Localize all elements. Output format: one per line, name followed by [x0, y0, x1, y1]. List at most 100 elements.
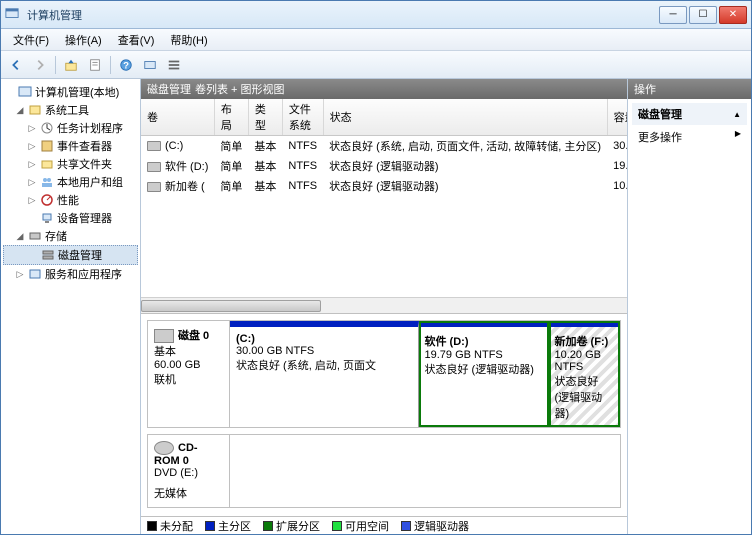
volume-list[interactable]: 卷 布局 类型 文件系统 状态 容量 可 (C:) 简单 基本 NTFS [141, 99, 627, 314]
swatch [205, 521, 215, 531]
cell: 简单 [214, 136, 248, 157]
titlebar: 计算机管理 ─ ☐ ✕ [1, 1, 751, 29]
list-button[interactable] [163, 54, 185, 76]
disk-status: 无媒体 [154, 485, 223, 501]
nav-tree[interactable]: 计算机管理(本地) ◢系统工具 ▷任务计划程序 ▷事件查看器 ▷共享文件夹 ▷本… [1, 79, 141, 534]
tree-storage[interactable]: ◢存储 [3, 227, 138, 245]
tree-label: 计算机管理(本地) [35, 84, 119, 100]
tree-label: 磁盘管理 [58, 247, 102, 263]
scrollbar-thumb[interactable] [141, 300, 321, 312]
menu-file[interactable]: 文件(F) [5, 29, 57, 51]
partition-info: 19.79 GB NTFS [425, 349, 542, 361]
partition-d[interactable]: 软件 (D:) 19.79 GB NTFS 状态良好 (逻辑驱动器) [419, 321, 549, 427]
partition-c[interactable]: (C:) 30.00 GB NTFS 状态良好 (系统, 启动, 页面文 [230, 321, 419, 427]
tree-label: 任务计划程序 [57, 120, 123, 136]
nav-forward-button[interactable] [29, 54, 51, 76]
toolbar-separator [110, 56, 111, 74]
actions-header: 操作 [628, 79, 751, 99]
table-row[interactable]: 新加卷 ( 简单 基本 NTFS 状态良好 (逻辑驱动器) 10.20 GB 1… [141, 176, 627, 196]
minimize-button[interactable]: ─ [659, 6, 687, 24]
tree-system-tools[interactable]: ◢系统工具 [3, 101, 138, 119]
tree-disk-management[interactable]: 磁盘管理 [3, 245, 138, 265]
volume-table: 卷 布局 类型 文件系统 状态 容量 可 (C:) 简单 基本 NTFS [141, 99, 627, 196]
legend: 未分配 主分区 扩展分区 可用空间 逻辑驱动器 [141, 516, 627, 534]
table-row[interactable]: 软件 (D:) 简单 基本 NTFS 状态良好 (逻辑驱动器) 19.79 GB… [141, 156, 627, 176]
legend-logical: 逻辑驱动器 [401, 518, 469, 534]
nav-back-button[interactable] [5, 54, 27, 76]
swatch [147, 521, 157, 531]
actions-section-title[interactable]: 磁盘管理 ▲ [632, 103, 747, 125]
disk-type: DVD (E:) [154, 467, 223, 479]
col-volume[interactable]: 卷 [141, 99, 214, 136]
col-capacity[interactable]: 容量 [607, 99, 627, 136]
tree-services-apps[interactable]: ▷服务和应用程序 [3, 265, 138, 283]
tree-label: 设备管理器 [57, 210, 112, 226]
up-button[interactable] [60, 54, 82, 76]
legend-free: 可用空间 [332, 518, 389, 534]
properties-button[interactable] [84, 54, 106, 76]
partition-name: 新加卷 (F:) [555, 333, 614, 349]
col-fs[interactable]: 文件系统 [282, 99, 323, 136]
legend-extended: 扩展分区 [263, 518, 320, 534]
tree-local-users[interactable]: ▷本地用户和组 [3, 173, 138, 191]
cell: NTFS [282, 176, 323, 196]
col-layout[interactable]: 布局 [214, 99, 248, 136]
cell: 基本 [248, 176, 282, 196]
tree-shared-folders[interactable]: ▷共享文件夹 [3, 155, 138, 173]
col-status[interactable]: 状态 [323, 99, 607, 136]
cell: NTFS [282, 156, 323, 176]
actions-title-text: 磁盘管理 [638, 106, 682, 122]
cell: 状态良好 (系统, 启动, 页面文件, 活动, 故障转储, 主分区) [323, 136, 607, 157]
tree-performance[interactable]: ▷性能 [3, 191, 138, 209]
cell: 状态良好 (逻辑驱动器) [323, 156, 607, 176]
horizontal-scrollbar[interactable] [141, 297, 627, 313]
main-header-title: 磁盘管理 [147, 81, 191, 97]
menu-action[interactable]: 操作(A) [57, 29, 110, 51]
table-row[interactable]: (C:) 简单 基本 NTFS 状态良好 (系统, 启动, 页面文件, 活动, … [141, 136, 627, 157]
swatch [401, 521, 411, 531]
cell: 新加卷 ( [165, 181, 205, 193]
menu-view[interactable]: 查看(V) [110, 29, 163, 51]
tree-root[interactable]: 计算机管理(本地) [3, 83, 138, 101]
help-button[interactable]: ? [115, 54, 137, 76]
tree-device-manager[interactable]: 设备管理器 [3, 209, 138, 227]
chevron-right-icon: ▶ [735, 129, 741, 138]
refresh-button[interactable] [139, 54, 161, 76]
collapse-arrow-icon: ▲ [733, 110, 741, 119]
toolbar-separator [55, 56, 56, 74]
drive-icon [147, 182, 161, 192]
maximize-button[interactable]: ☐ [689, 6, 717, 24]
disk-type: 基本 [154, 343, 223, 359]
legend-label: 逻辑驱动器 [414, 518, 469, 534]
menubar: 文件(F) 操作(A) 查看(V) 帮助(H) [1, 29, 751, 51]
cdrom-area [230, 435, 620, 507]
partition-status: 状态良好 (系统, 启动, 页面文 [236, 357, 412, 373]
drive-icon [147, 141, 161, 151]
app-window: 计算机管理 ─ ☐ ✕ 文件(F) 操作(A) 查看(V) 帮助(H) ? 计算… [0, 0, 752, 535]
tree-event-viewer[interactable]: ▷事件查看器 [3, 137, 138, 155]
cell: (C:) [165, 140, 183, 152]
close-button[interactable]: ✕ [719, 6, 747, 24]
tree-task-scheduler[interactable]: ▷任务计划程序 [3, 119, 138, 137]
cell: 简单 [214, 156, 248, 176]
window-title: 计算机管理 [27, 7, 659, 23]
window-buttons: ─ ☐ ✕ [659, 6, 747, 24]
partition-f[interactable]: 新加卷 (F:) 10.20 GB NTFS 状态良好 (逻辑驱动器) [549, 321, 621, 427]
col-type[interactable]: 类型 [248, 99, 282, 136]
actions-item-label: 更多操作 [638, 132, 682, 144]
actions-panel: 操作 磁盘管理 ▲ 更多操作 ▶ [627, 79, 751, 534]
tree-label: 性能 [57, 192, 79, 208]
partition-name: 软件 (D:) [425, 333, 542, 349]
menu-help[interactable]: 帮助(H) [162, 29, 215, 51]
disk-label: 磁盘 0 基本 60.00 GB 联机 [148, 321, 230, 427]
swatch [332, 521, 342, 531]
legend-unallocated: 未分配 [147, 518, 193, 534]
legend-label: 扩展分区 [276, 518, 320, 534]
tree-label: 存储 [45, 228, 67, 244]
svg-text:?: ? [123, 60, 129, 71]
disk-row-cdrom[interactable]: CD-ROM 0 DVD (E:) 无媒体 [147, 434, 621, 508]
app-icon [5, 7, 21, 23]
actions-more[interactable]: 更多操作 ▶ [632, 125, 747, 149]
legend-label: 主分区 [218, 518, 251, 534]
disk-row-0[interactable]: 磁盘 0 基本 60.00 GB 联机 (C:) 30.00 GB NTFS 状… [147, 320, 621, 428]
